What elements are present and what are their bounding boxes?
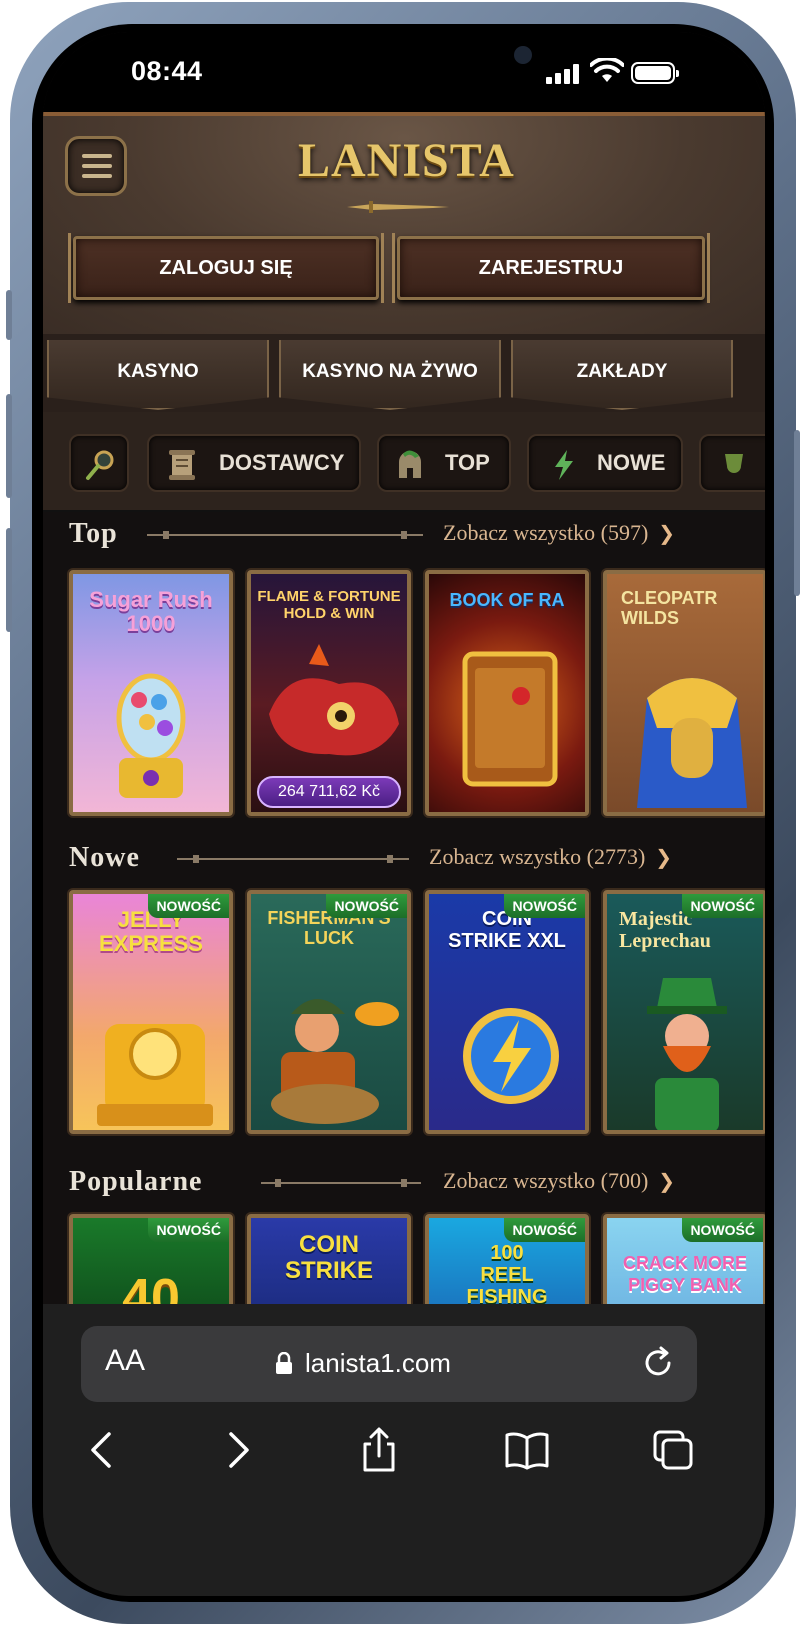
status-bar: 08:44 <box>43 32 765 112</box>
section-divider <box>147 531 423 539</box>
battery-icon <box>631 62 679 84</box>
game-title: CLEOPATR WILDS <box>621 588 718 628</box>
address-bar[interactable]: AA lanista1.com <box>81 1326 697 1402</box>
chevron-right-icon: ❯ <box>658 1169 676 1193</box>
forward-icon[interactable] <box>213 1426 261 1474</box>
volume-up-button <box>6 394 12 498</box>
game-title: FLAME & FORTUNE HOLD & WIN <box>257 588 401 622</box>
filter-top-label: TOP <box>445 450 490 475</box>
camera <box>514 46 532 64</box>
jackpot-amount: 264 711,62 Kč <box>257 776 401 808</box>
lanista-logo[interactable]: LANISTA <box>298 130 514 210</box>
tab-kasyno-na-zywo[interactable]: KASYNO NA ŻYWO <box>279 340 501 410</box>
lightning-coin-image <box>463 1008 559 1104</box>
register-button[interactable]: ZAREJESTRUJ <box>392 233 710 303</box>
new-badge: NOWOŚĆ <box>148 1218 229 1242</box>
chevron-right-icon: ❯ <box>658 521 676 545</box>
filter-top[interactable]: TOP <box>377 434 511 492</box>
chevron-right-icon: ❯ <box>655 845 673 869</box>
see-all-top-label: Zobacz wszystko (597) <box>443 520 649 545</box>
game-title: Sugar Rush 1000 <box>89 587 213 636</box>
section-title-top: Top <box>69 518 118 549</box>
filter-providers-label: DOSTAWCY <box>219 450 345 475</box>
action-button <box>6 290 12 340</box>
game-title: BOOK OF RA <box>449 590 565 610</box>
fisherman-image <box>271 999 399 1124</box>
lock-icon <box>276 1352 292 1374</box>
back-icon[interactable] <box>79 1426 127 1474</box>
game-title: COIN STRIKE <box>284 1231 373 1284</box>
safari-toolbar: AA lanista1.com <box>43 1304 765 1596</box>
wifi-icon <box>590 58 624 82</box>
dragon-image <box>269 644 399 756</box>
see-all-popularne-link[interactable]: Zobacz wszystko (700) ❯ <box>443 1168 675 1194</box>
status-time: 08:44 <box>131 56 203 86</box>
see-all-popularne-label: Zobacz wszystko (700) <box>443 1168 649 1193</box>
game-card-coin-strike-xxl[interactable]: COIN STRIKE XXL NOWOŚĆ <box>425 890 589 1134</box>
new-badge: NOWOŚĆ <box>504 894 585 918</box>
search-button[interactable] <box>69 434 129 492</box>
section-title-nowe: Nowe <box>69 842 140 873</box>
bookmarks-icon[interactable] <box>503 1426 551 1474</box>
power-button <box>794 430 800 596</box>
filter-new-label: NOWE <box>597 450 666 475</box>
new-badge: NOWOŚĆ <box>148 894 229 918</box>
section-divider <box>261 1179 421 1187</box>
gumball-machine-image <box>116 673 186 798</box>
url-text: lanista1.com <box>305 1348 451 1378</box>
text-size-button[interactable]: AA <box>105 1344 145 1378</box>
filter-new[interactable]: NOWE <box>527 434 683 492</box>
see-all-top-link[interactable]: Zobacz wszystko (597) ❯ <box>443 520 675 546</box>
game-card-jelly-express[interactable]: JELLY EXPRESS NOWOŚĆ <box>69 890 233 1134</box>
login-button[interactable]: ZALOGUJ SIĘ <box>68 233 384 303</box>
game-card-majestic-leprechaun[interactable]: Majestic Leprechau NOWOŚĆ <box>603 890 765 1134</box>
filter-bar: DOSTAWCY TOP NOWE <box>43 412 765 512</box>
hamburger-menu-button[interactable] <box>65 136 127 196</box>
share-icon[interactable] <box>355 1426 403 1474</box>
see-all-nowe-link[interactable]: Zobacz wszystko (2773) ❯ <box>429 844 672 870</box>
trophy-icon <box>725 454 743 473</box>
pharaoh-image <box>637 678 747 808</box>
section-divider <box>177 855 409 863</box>
new-badge: NOWOŚĆ <box>504 1218 585 1242</box>
helmet-icon <box>399 450 421 478</box>
category-tabs: KASYNO KASYNO NA ŻYWO ZAKŁADY <box>43 334 765 412</box>
filter-more[interactable] <box>699 434 765 492</box>
volume-down-button <box>6 528 12 632</box>
new-badge: NOWOŚĆ <box>682 1218 763 1242</box>
site-header: LANISTA ZALOGUJ SIĘ ZAREJESTRUJ <box>43 112 765 334</box>
scroll-icon <box>169 450 195 480</box>
new-badge: NOWOŚĆ <box>326 894 407 918</box>
filter-providers[interactable]: DOSTAWCY <box>147 434 361 492</box>
sword-icon <box>347 201 449 213</box>
game-card-book-of-ra[interactable]: BOOK OF RA <box>425 570 589 816</box>
book-image <box>462 651 558 787</box>
signal-icon <box>546 64 582 84</box>
game-card-cleopatra-wilds[interactable]: CLEOPATR WILDS <box>603 570 765 816</box>
screen: 08:44 LANISTA ZALOGUJ SIĘ ZAREJESTRUJ KA… <box>43 32 765 1596</box>
reload-icon[interactable] <box>641 1346 675 1380</box>
tabs-icon[interactable] <box>649 1426 697 1474</box>
tab-zaklady[interactable]: ZAKŁADY <box>511 340 733 410</box>
tab-kasyno[interactable]: KASYNO <box>47 340 269 410</box>
game-card-flame-fortune[interactable]: FLAME & FORTUNE HOLD & WIN 264 711,62 Kč <box>247 570 411 816</box>
game-title: CRACK MORE PIGGY BANK <box>623 1253 747 1295</box>
game-card-fishermans-luck[interactable]: FISHERMAN'S LUCK NOWOŚĆ <box>247 890 411 1134</box>
game-card-sugar-rush[interactable]: Sugar Rush 1000 <box>69 570 233 816</box>
see-all-nowe-label: Zobacz wszystko (2773) <box>429 844 646 869</box>
train-image <box>97 1024 213 1126</box>
section-title-popularne: Popularne <box>69 1166 203 1197</box>
magnifier-icon <box>86 450 114 480</box>
game-title: 100 REEL FISHING <box>466 1242 548 1308</box>
lightning-icon <box>555 450 573 480</box>
dynamic-notch <box>270 32 540 86</box>
leprechaun-image <box>647 978 727 1130</box>
new-badge: NOWOŚĆ <box>682 894 763 918</box>
